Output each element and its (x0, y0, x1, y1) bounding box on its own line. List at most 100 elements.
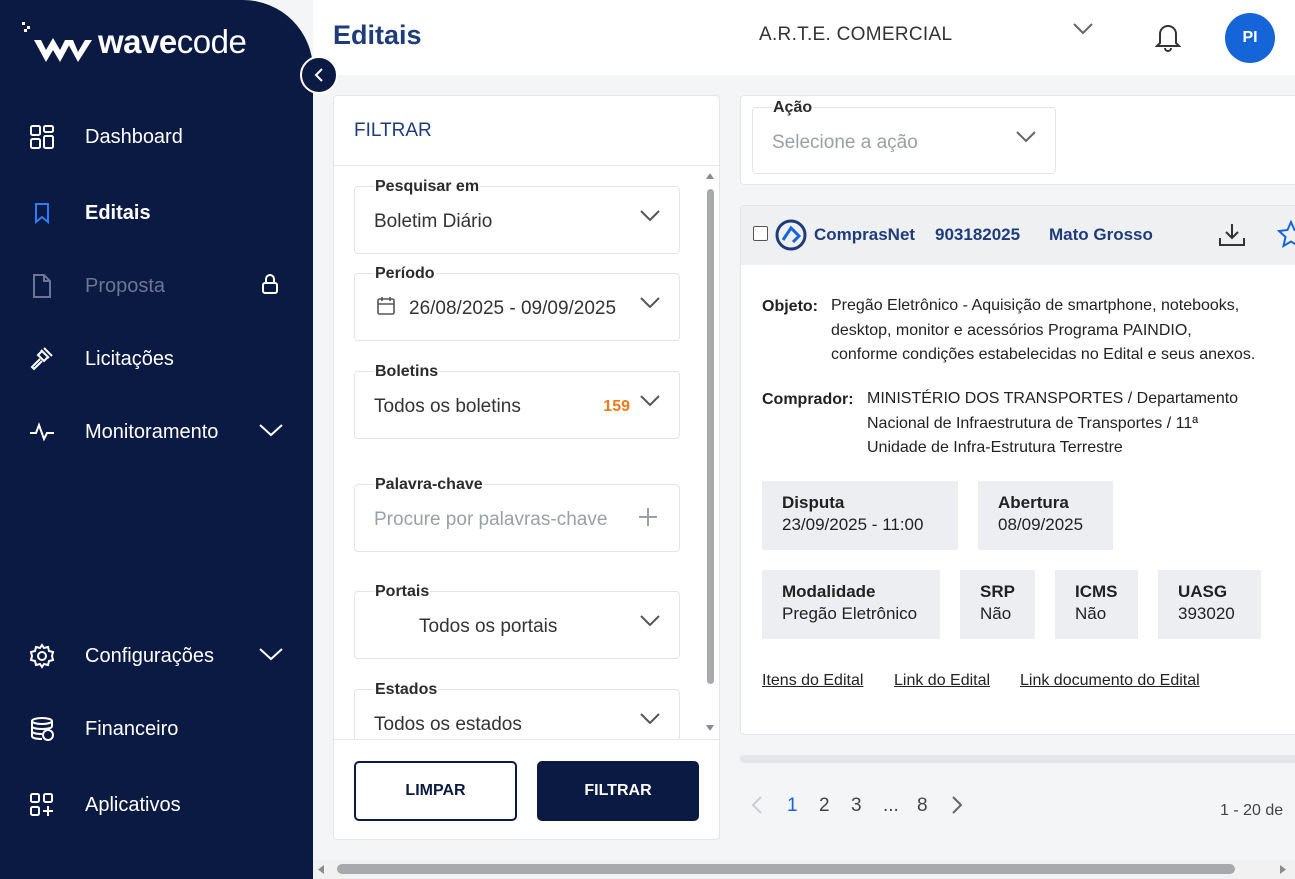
collapse-sidebar-button[interactable] (300, 56, 338, 94)
action-placeholder: Selecione a ação (772, 132, 918, 153)
sidebar-item-label: Dashboard (85, 125, 183, 148)
portal-name[interactable]: ComprasNet (814, 225, 915, 245)
sidebar-item-label: Licitações (85, 347, 174, 370)
action-select[interactable]: Ação Selecione a ação (752, 99, 1056, 174)
field-label: Ação (772, 99, 814, 117)
field-value: Todos os portais (419, 616, 558, 637)
select-checkbox[interactable] (753, 226, 768, 241)
abertura-box: Abertura 08/09/2025 (978, 481, 1113, 550)
chevron-down-icon (258, 423, 284, 442)
page-2[interactable]: 2 (819, 795, 830, 817)
next-page-icon[interactable] (951, 795, 963, 821)
card-header: ComprasNet 903182025 Mato Grosso (741, 206, 1295, 265)
sidebar-item-aplicativos[interactable]: Aplicativos (0, 780, 313, 830)
horizontal-scrollbar[interactable] (313, 860, 1295, 879)
company-selector[interactable]: A.R.T.E. COMERCIAL (759, 24, 952, 46)
comprador-label: Comprador: (762, 391, 854, 408)
bell-icon[interactable] (1153, 20, 1183, 57)
boletins-select[interactable]: Boletins Todos os boletins 159 (354, 363, 680, 439)
document-icon (29, 273, 55, 299)
field-value: Todos os estados (374, 714, 522, 735)
sidebar-item-dashboard[interactable]: Dashboard (0, 112, 313, 162)
scroll-up-icon[interactable] (705, 172, 715, 180)
page-8[interactable]: 8 (917, 795, 928, 817)
sidebar-item-monitoramento[interactable]: Monitoramento (0, 407, 313, 457)
edital-number: 903182025 (935, 225, 1021, 244)
sidebar-item-label: Editais (85, 201, 151, 224)
download-icon[interactable] (1218, 222, 1246, 253)
chevron-down-icon (258, 647, 284, 666)
field-label: Palavra-chave (374, 476, 484, 494)
chevron-down-icon (639, 296, 661, 315)
field-value: Boletim Diário (374, 211, 493, 232)
page-1[interactable]: 1 (787, 795, 798, 817)
scrollbar-thumb[interactable] (707, 189, 714, 684)
link-do-edital-link[interactable]: Link do Edital (894, 672, 990, 690)
scroll-right-icon[interactable] (1279, 864, 1287, 875)
scroll-down-icon[interactable] (705, 724, 715, 732)
filter-title: FILTRAR (334, 96, 719, 166)
link-documento-edital-link[interactable]: Link documento do Edital (1020, 672, 1200, 690)
keyword-input[interactable]: Palavra-chave Procure por palavras-chave (354, 476, 680, 552)
plus-icon[interactable] (638, 507, 658, 532)
field-label: Portais (374, 583, 431, 601)
chevron-down-icon (1015, 130, 1037, 149)
gear-icon (29, 643, 55, 669)
chevron-down-icon[interactable] (1072, 22, 1094, 41)
filter-actions: LIMPAR FILTRAR (334, 739, 719, 839)
sidebar-item-proposta[interactable]: Proposta (0, 261, 313, 311)
field-label: Boletins (374, 363, 440, 381)
portals-select[interactable]: Portais Todos os portais (354, 583, 680, 659)
brand-logo[interactable]: wavecode (22, 22, 247, 62)
keyword-placeholder: Procure por palavras-chave (374, 509, 608, 530)
sidebar-item-label: Configurações (85, 644, 214, 667)
objeto-label: Objeto: (762, 298, 818, 315)
chevron-down-icon (639, 209, 661, 228)
prev-page-icon[interactable] (751, 795, 763, 821)
disputa-box: Disputa 23/09/2025 - 11:00 (762, 481, 958, 550)
dashboard-grid-icon (29, 124, 55, 150)
uasg-box: UASG 393020 (1158, 570, 1261, 639)
pagination-range: 1 - 20 de (1220, 802, 1284, 819)
period-date-range[interactable]: Período 26/08/2025 - 09/09/2025 (354, 265, 680, 341)
page-title: Editais (333, 20, 422, 50)
apps-plus-icon (29, 792, 55, 818)
objeto-text: Pregão Eletrônico - Aquisição de smartph… (831, 297, 1256, 363)
comprasnet-logo-icon (774, 218, 808, 257)
edital-card: ComprasNet 903182025 Mato Grosso Objeto:… (740, 205, 1295, 735)
page-ellipsis: ... (883, 795, 899, 816)
avatar[interactable]: PI (1225, 13, 1275, 63)
pulse-icon (29, 419, 55, 445)
bookmark-icon (29, 200, 55, 226)
itens-do-edital-link[interactable]: Itens do Edital (762, 672, 863, 690)
results-divider (740, 755, 1295, 763)
sidebar: wavecode Dashboard Editais Proposta Lici… (0, 0, 313, 879)
scrollbar-thumb[interactable] (337, 864, 1235, 874)
filter-scrollbar[interactable] (705, 169, 715, 736)
sidebar-item-financeiro[interactable]: Financeiro (0, 704, 313, 754)
calendar-icon (376, 296, 396, 321)
field-label: Período (374, 265, 436, 283)
sidebar-item-configuracoes[interactable]: Configurações (0, 631, 313, 681)
clear-button[interactable]: LIMPAR (354, 761, 517, 821)
comprador-text: MINISTÉRIO DOS TRANSPORTES / Departament… (867, 390, 1239, 456)
modalidade-box: Modalidade Pregão Eletrônico (762, 570, 940, 639)
edital-state: Mato Grosso (1049, 225, 1153, 244)
scroll-left-icon[interactable] (317, 864, 325, 875)
sidebar-item-editais[interactable]: Editais (0, 188, 313, 238)
filter-button[interactable]: FILTRAR (537, 761, 699, 821)
field-value: Todos os boletins (374, 396, 521, 417)
filter-panel: FILTRAR Pesquisar em Boletim Diário Perí… (333, 95, 720, 840)
search-in-select[interactable]: Pesquisar em Boletim Diário (354, 178, 680, 254)
wave-logo-icon (22, 22, 92, 62)
field-label: Pesquisar em (374, 178, 481, 196)
page-3[interactable]: 3 (851, 795, 862, 817)
sidebar-item-licitacoes[interactable]: Licitações (0, 334, 313, 384)
coins-stack-icon (29, 716, 55, 742)
star-icon[interactable] (1276, 219, 1295, 253)
field-label: Estados (374, 681, 439, 699)
field-value: 26/08/2025 - 09/09/2025 (409, 298, 617, 319)
chevron-down-icon (639, 614, 661, 633)
sidebar-item-label: Financeiro (85, 717, 179, 740)
lock-icon (260, 273, 280, 300)
